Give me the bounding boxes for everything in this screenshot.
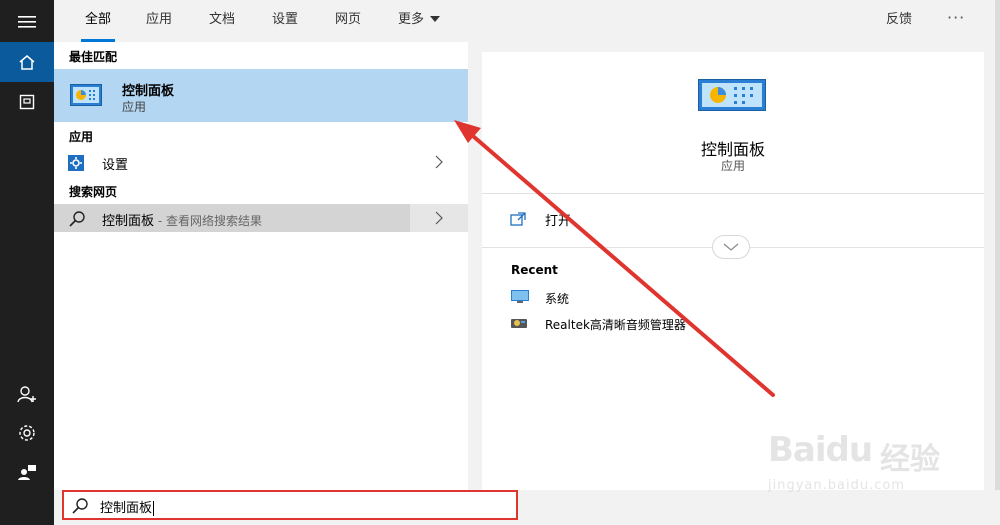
text-caret <box>153 501 155 516</box>
person-add-icon <box>17 386 36 403</box>
notebook-button[interactable] <box>0 82 54 122</box>
recent-item-label: Realtek高清晰音频管理器 <box>545 318 686 332</box>
home-icon <box>19 55 35 70</box>
recent-header: Recent <box>511 263 558 277</box>
settings-result-row[interactable]: 设置 <box>54 148 468 176</box>
preview-subtitle: 应用 <box>720 159 745 173</box>
best-match-header: 最佳匹配 <box>69 50 118 64</box>
tab-more[interactable]: 更多 <box>398 0 441 42</box>
best-match-subtitle: 应用 <box>122 100 147 114</box>
watermark-url: jingyan.baidu.com <box>768 478 905 493</box>
home-button[interactable] <box>0 42 54 82</box>
tab-apps[interactable]: 应用 <box>146 0 172 42</box>
search-icon <box>69 211 85 227</box>
watermark-brand-cn: 经验 <box>880 442 940 477</box>
settings-result-label: 设置 <box>102 158 129 173</box>
search-icon <box>72 498 88 514</box>
apps-header: 应用 <box>69 130 94 144</box>
system-monitor-icon <box>511 290 529 303</box>
control-panel-icon <box>698 79 766 111</box>
settings-button[interactable] <box>0 413 54 453</box>
top-tab-bar: 全部 应用 文档 设置 网页 更多 反馈 ··· <box>54 0 1000 42</box>
feedback-hub-button[interactable] <box>0 452 54 492</box>
search-box[interactable]: 控制面板 <box>62 490 518 520</box>
recent-item-label: 系统 <box>545 292 570 306</box>
feedback-person-icon <box>18 465 36 480</box>
settings-gear-icon <box>68 155 84 171</box>
tab-all[interactable]: 全部 <box>80 0 116 42</box>
caret-down-icon <box>430 15 441 22</box>
watermark: Baidu 经验 jingyan.baidu.com <box>760 412 1000 512</box>
notebook-icon <box>19 94 35 110</box>
open-label: 打开 <box>545 214 572 229</box>
best-match-title: 控制面板 <box>122 84 175 99</box>
realtek-audio-icon <box>511 319 527 328</box>
divider <box>482 193 984 194</box>
chevron-down-icon <box>723 243 739 251</box>
web-header: 搜索网页 <box>69 185 118 199</box>
tab-documents[interactable]: 文档 <box>209 0 235 42</box>
chevron-right-icon <box>435 211 443 225</box>
open-icon <box>510 212 526 226</box>
left-rail <box>0 0 54 525</box>
web-expand-button[interactable] <box>410 204 468 232</box>
best-match-item[interactable]: 控制面板 应用 <box>54 69 468 122</box>
expand-button[interactable] <box>712 235 750 259</box>
more-options-button[interactable]: ··· <box>947 0 965 42</box>
results-list: 最佳匹配 控制面板 应用 应用 设置 搜索网页 控制面板 - 查看网络搜索结果 <box>54 42 468 490</box>
feedback-link[interactable]: 反馈 <box>886 0 912 42</box>
tab-web[interactable]: 网页 <box>335 0 361 42</box>
web-search-row[interactable]: 控制面板 - 查看网络搜索结果 <box>54 204 468 232</box>
control-panel-icon <box>70 84 102 106</box>
search-input[interactable]: 控制面板 <box>100 497 155 516</box>
chevron-right-icon <box>435 155 443 169</box>
tab-settings[interactable]: 设置 <box>272 0 298 42</box>
web-search-label: 控制面板 - 查看网络搜索结果 <box>102 214 262 229</box>
watermark-brand: Baidu <box>768 430 873 470</box>
add-user-button[interactable] <box>0 374 54 414</box>
gear-icon <box>19 425 35 441</box>
hamburger-menu-button[interactable] <box>0 2 54 42</box>
hamburger-icon <box>18 16 36 28</box>
settings-expand-button[interactable] <box>410 148 468 176</box>
